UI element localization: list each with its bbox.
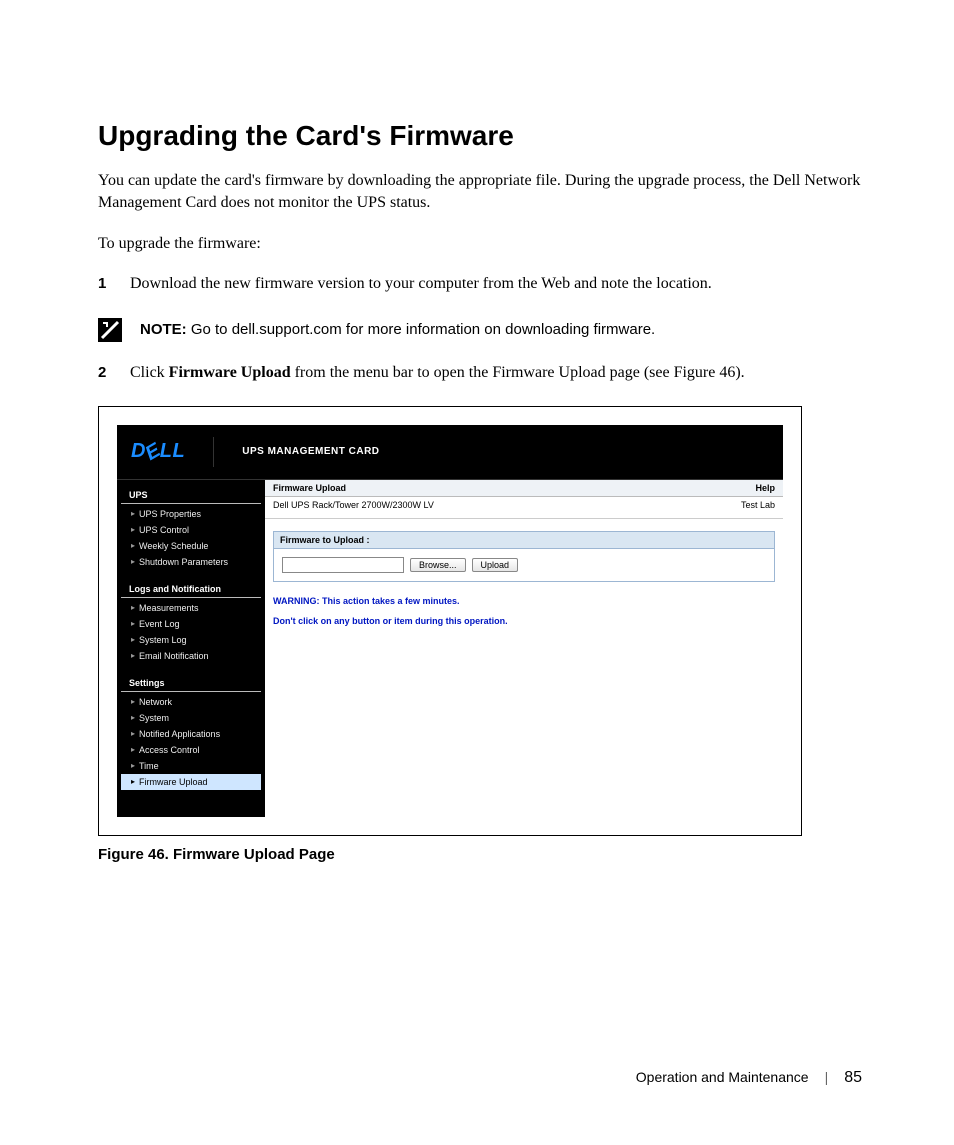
step-text-post: from the menu bar to open the Firmware U… [291, 364, 745, 381]
lead-paragraph: To upgrade the firmware: [98, 233, 864, 255]
figure-caption: Figure 46. Firmware Upload Page [98, 846, 864, 863]
main-titlebar: Firmware Upload Help [265, 480, 783, 497]
sidebar: UPS UPS Properties UPS Control Weekly Sc… [117, 480, 265, 817]
note-block: NOTE: Go to dell.support.com for more in… [98, 318, 864, 342]
step-text: Click Firmware Upload from the menu bar … [130, 362, 864, 384]
sidebar-section-ups: UPS [121, 486, 261, 504]
sidebar-item-ups-properties[interactable]: UPS Properties [117, 506, 265, 522]
sidebar-item-weekly-schedule[interactable]: Weekly Schedule [117, 538, 265, 554]
step-number: 1 [98, 273, 130, 295]
sidebar-item-event-log[interactable]: Event Log [117, 616, 265, 632]
upload-panel: Firmware to Upload : Browse... Upload [273, 531, 775, 582]
sidebar-item-shutdown-parameters[interactable]: Shutdown Parameters [117, 554, 265, 570]
main-subtitle: Dell UPS Rack/Tower 2700W/2300W LV Test … [265, 497, 783, 519]
step-number: 2 [98, 362, 130, 384]
page-heading: Upgrading the Card's Firmware [98, 120, 864, 152]
sidebar-section-logs: Logs and Notification [121, 580, 261, 598]
sidebar-item-access-control[interactable]: Access Control [117, 742, 265, 758]
app-header: DELL UPS MANAGEMENT CARD [117, 425, 783, 479]
sidebar-item-system[interactable]: System [117, 710, 265, 726]
upload-button[interactable]: Upload [472, 558, 519, 572]
warning-line-2: Don't click on any button or item during… [273, 616, 775, 626]
device-name: Dell UPS Rack/Tower 2700W/2300W LV [273, 500, 434, 510]
sidebar-item-firmware-upload[interactable]: Firmware Upload [121, 774, 261, 790]
note-label: NOTE: [140, 321, 187, 338]
step-text: Download the new firmware version to you… [130, 273, 864, 295]
sidebar-item-ups-control[interactable]: UPS Control [117, 522, 265, 538]
warning-line-1: WARNING: This action takes a few minutes… [273, 596, 775, 606]
app-title: UPS MANAGEMENT CARD [242, 446, 379, 457]
app-window: DELL UPS MANAGEMENT CARD UPS UPS Propert… [117, 425, 783, 817]
sidebar-item-notified-applications[interactable]: Notified Applications [117, 726, 265, 742]
browse-button[interactable]: Browse... [410, 558, 466, 572]
file-input[interactable] [282, 557, 404, 573]
main-title: Firmware Upload [273, 483, 346, 493]
footer-separator: | [825, 1069, 829, 1085]
sidebar-item-time[interactable]: Time [117, 758, 265, 774]
sidebar-item-measurements[interactable]: Measurements [117, 600, 265, 616]
sidebar-item-email-notification[interactable]: Email Notification [117, 648, 265, 664]
step-2: 2 Click Firmware Upload from the menu ba… [98, 362, 864, 384]
step-text-bold: Firmware Upload [169, 364, 291, 381]
header-divider [213, 437, 214, 467]
help-link[interactable]: Help [755, 483, 775, 493]
warning-block: WARNING: This action takes a few minutes… [273, 596, 775, 626]
dell-logo: DELL [131, 440, 185, 463]
sidebar-item-network[interactable]: Network [117, 694, 265, 710]
note-icon [98, 318, 122, 342]
main-panel: Firmware Upload Help Dell UPS Rack/Tower… [265, 480, 783, 817]
note-body: Go to dell.support.com for more informat… [187, 321, 656, 338]
sidebar-section-settings: Settings [121, 674, 261, 692]
note-text: NOTE: Go to dell.support.com for more in… [140, 321, 655, 338]
footer-page-number: 85 [844, 1069, 862, 1087]
figure-screenshot: DELL UPS MANAGEMENT CARD UPS UPS Propert… [98, 406, 802, 836]
footer-section: Operation and Maintenance [636, 1069, 809, 1085]
sidebar-item-system-log[interactable]: System Log [117, 632, 265, 648]
intro-paragraph: You can update the card's firmware by do… [98, 170, 864, 215]
page-footer: Operation and Maintenance | 85 [636, 1069, 862, 1087]
location-name: Test Lab [741, 500, 775, 510]
step-1: 1 Download the new firmware version to y… [98, 273, 864, 295]
upload-panel-header: Firmware to Upload : [274, 532, 774, 549]
step-text-pre: Click [130, 364, 169, 381]
